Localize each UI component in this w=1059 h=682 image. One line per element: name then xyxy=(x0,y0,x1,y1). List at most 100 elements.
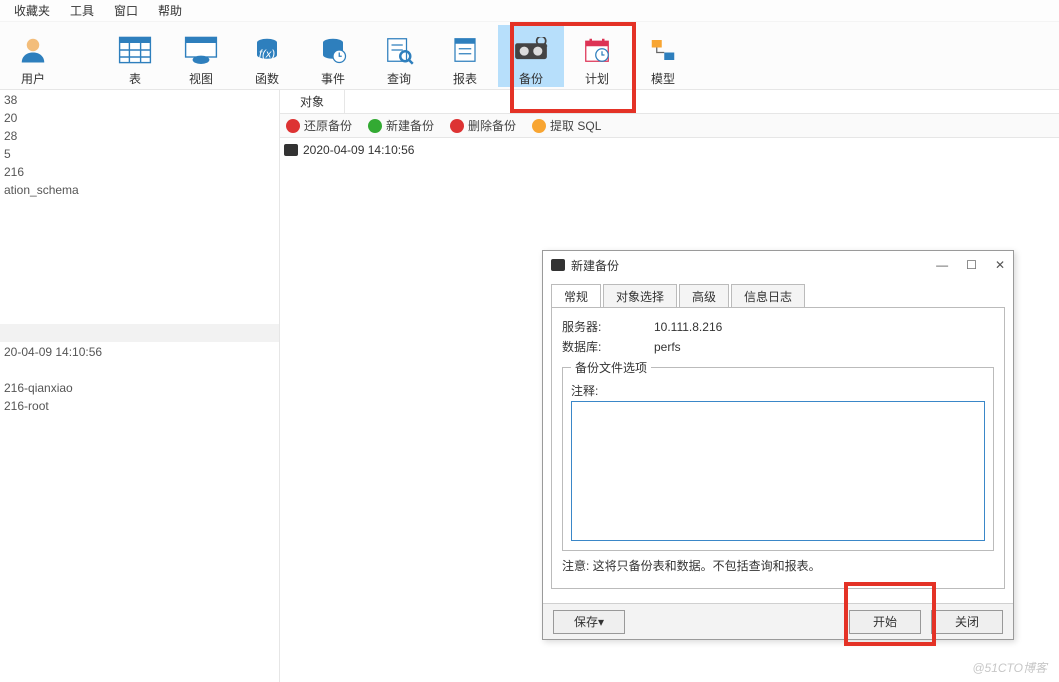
dialog-icon xyxy=(551,259,565,271)
tool-report-label: 报表 xyxy=(453,70,477,87)
connection-tree[interactable]: 38 20 28 5 216 ation_schema 20-04-09 14:… xyxy=(0,90,280,682)
close-dialog-button[interactable]: 关闭 xyxy=(931,610,1003,634)
action-label: 新建备份 xyxy=(386,117,434,134)
object-toolbar: 还原备份 新建备份 删除备份 提取 SQL xyxy=(280,114,1059,138)
view-icon xyxy=(182,33,220,67)
tool-function[interactable]: f(x) 函数 xyxy=(234,25,300,87)
dialog-tabs: 常规 对象选择 高级 信息日志 xyxy=(551,283,1005,307)
tree-item[interactable]: 28 xyxy=(0,126,279,144)
action-delete-backup[interactable]: 删除备份 xyxy=(450,117,516,134)
tool-model-label: 模型 xyxy=(651,70,675,87)
query-icon xyxy=(380,33,418,67)
menu-bar: 收藏夹 工具 窗口 帮助 xyxy=(0,0,1059,22)
action-label: 还原备份 xyxy=(304,117,352,134)
backup-list[interactable]: 2020-04-09 14:10:56 xyxy=(280,138,1059,162)
tree-item[interactable] xyxy=(0,198,279,216)
backup-item-icon xyxy=(284,144,298,156)
tree-item[interactable]: 216 xyxy=(0,162,279,180)
tool-schedule[interactable]: 计划 xyxy=(564,25,630,87)
ribbon-toolbar: 用户 表 视图 f(x) 函数 事件 查询 报表 备份 计划 模型 xyxy=(0,22,1059,90)
tool-user[interactable]: 用户 xyxy=(0,25,66,87)
tool-schedule-label: 计划 xyxy=(585,70,609,87)
dialog-title: 新建备份 xyxy=(571,257,619,274)
tool-function-label: 函数 xyxy=(255,70,279,87)
list-item-label: 2020-04-09 14:10:56 xyxy=(303,143,414,157)
function-icon: f(x) xyxy=(248,33,286,67)
event-icon xyxy=(314,33,352,67)
tab-general[interactable]: 常规 xyxy=(551,284,601,308)
tab-advanced[interactable]: 高级 xyxy=(679,284,729,308)
tool-view[interactable]: 视图 xyxy=(168,25,234,87)
user-icon xyxy=(14,33,52,67)
tool-user-label: 用户 xyxy=(21,70,45,87)
backup-icon xyxy=(512,33,550,67)
delete-icon xyxy=(450,119,464,133)
tool-backup-label: 备份 xyxy=(519,70,543,87)
menu-help[interactable]: 帮助 xyxy=(148,0,192,22)
database-value: perfs xyxy=(654,340,681,354)
tool-model[interactable]: 模型 xyxy=(630,25,696,87)
table-icon xyxy=(116,33,154,67)
dialog-hint: 注意: 这将只备份表和数据。不包括查询和报表。 xyxy=(562,557,994,574)
report-icon xyxy=(446,33,484,67)
action-label: 删除备份 xyxy=(468,117,516,134)
tree-item[interactable]: 216-qianxiao xyxy=(0,378,279,396)
tool-view-label: 视图 xyxy=(189,70,213,87)
schedule-icon xyxy=(578,33,616,67)
maximize-button[interactable]: ☐ xyxy=(966,258,977,272)
tool-table[interactable]: 表 xyxy=(102,25,168,87)
tree-item[interactable] xyxy=(0,288,279,306)
model-icon xyxy=(644,33,682,67)
tab-log[interactable]: 信息日志 xyxy=(731,284,805,308)
tree-item[interactable] xyxy=(0,270,279,288)
tree-item[interactable] xyxy=(0,306,279,324)
close-button[interactable]: ✕ xyxy=(995,258,1005,272)
menu-favorites[interactable]: 收藏夹 xyxy=(4,0,60,22)
tool-backup[interactable]: 备份 xyxy=(498,25,564,87)
object-tabs: 对象 xyxy=(280,90,1059,114)
action-restore-backup[interactable]: 还原备份 xyxy=(286,117,352,134)
tree-item[interactable]: ation_schema xyxy=(0,180,279,198)
backup-file-options: 备份文件选项 注释: xyxy=(562,359,994,551)
menu-window[interactable]: 窗口 xyxy=(104,0,148,22)
tab-objects[interactable]: 对象 xyxy=(280,90,345,113)
list-item[interactable]: 2020-04-09 14:10:56 xyxy=(284,141,1055,159)
watermark: @51CTO博客 xyxy=(972,659,1047,676)
new-icon xyxy=(368,119,382,133)
dialog-footer: 保存 开始 关闭 xyxy=(543,603,1013,639)
fieldset-legend: 备份文件选项 xyxy=(571,359,651,376)
dialog-panel: 服务器:10.111.8.216 数据库:perfs 备份文件选项 注释: 注意… xyxy=(551,307,1005,589)
note-label: 注释: xyxy=(571,382,985,399)
tree-item[interactable] xyxy=(0,234,279,252)
database-label: 数据库: xyxy=(562,338,654,355)
action-new-backup[interactable]: 新建备份 xyxy=(368,117,434,134)
tree-item[interactable]: 5 xyxy=(0,144,279,162)
tree-item[interactable] xyxy=(0,324,279,342)
tree-item[interactable]: 20 xyxy=(0,108,279,126)
dialog-titlebar[interactable]: 新建备份 — ☐ ✕ xyxy=(543,251,1013,279)
tab-object-select[interactable]: 对象选择 xyxy=(603,284,677,308)
server-value: 10.111.8.216 xyxy=(654,320,722,334)
save-button[interactable]: 保存 xyxy=(553,610,625,634)
tool-report[interactable]: 报表 xyxy=(432,25,498,87)
menu-tools[interactable]: 工具 xyxy=(60,0,104,22)
minimize-button[interactable]: — xyxy=(936,258,948,272)
restore-icon xyxy=(286,119,300,133)
tree-item[interactable] xyxy=(0,216,279,234)
server-label: 服务器: xyxy=(562,318,654,335)
tool-query-label: 查询 xyxy=(387,70,411,87)
note-textarea[interactable] xyxy=(571,401,985,541)
tree-item[interactable] xyxy=(0,252,279,270)
tree-item[interactable]: 216-root xyxy=(0,396,279,414)
tool-event-label: 事件 xyxy=(321,70,345,87)
tree-item[interactable] xyxy=(0,360,279,378)
tree-item[interactable]: 38 xyxy=(0,90,279,108)
tool-query[interactable]: 查询 xyxy=(366,25,432,87)
action-extract-sql[interactable]: 提取 SQL xyxy=(532,117,601,134)
tree-item[interactable]: 20-04-09 14:10:56 xyxy=(0,342,279,360)
svg-text:f(x): f(x) xyxy=(259,49,275,61)
tool-event[interactable]: 事件 xyxy=(300,25,366,87)
tool-table-label: 表 xyxy=(129,70,141,87)
action-label: 提取 SQL xyxy=(550,117,601,134)
start-button[interactable]: 开始 xyxy=(849,610,921,634)
